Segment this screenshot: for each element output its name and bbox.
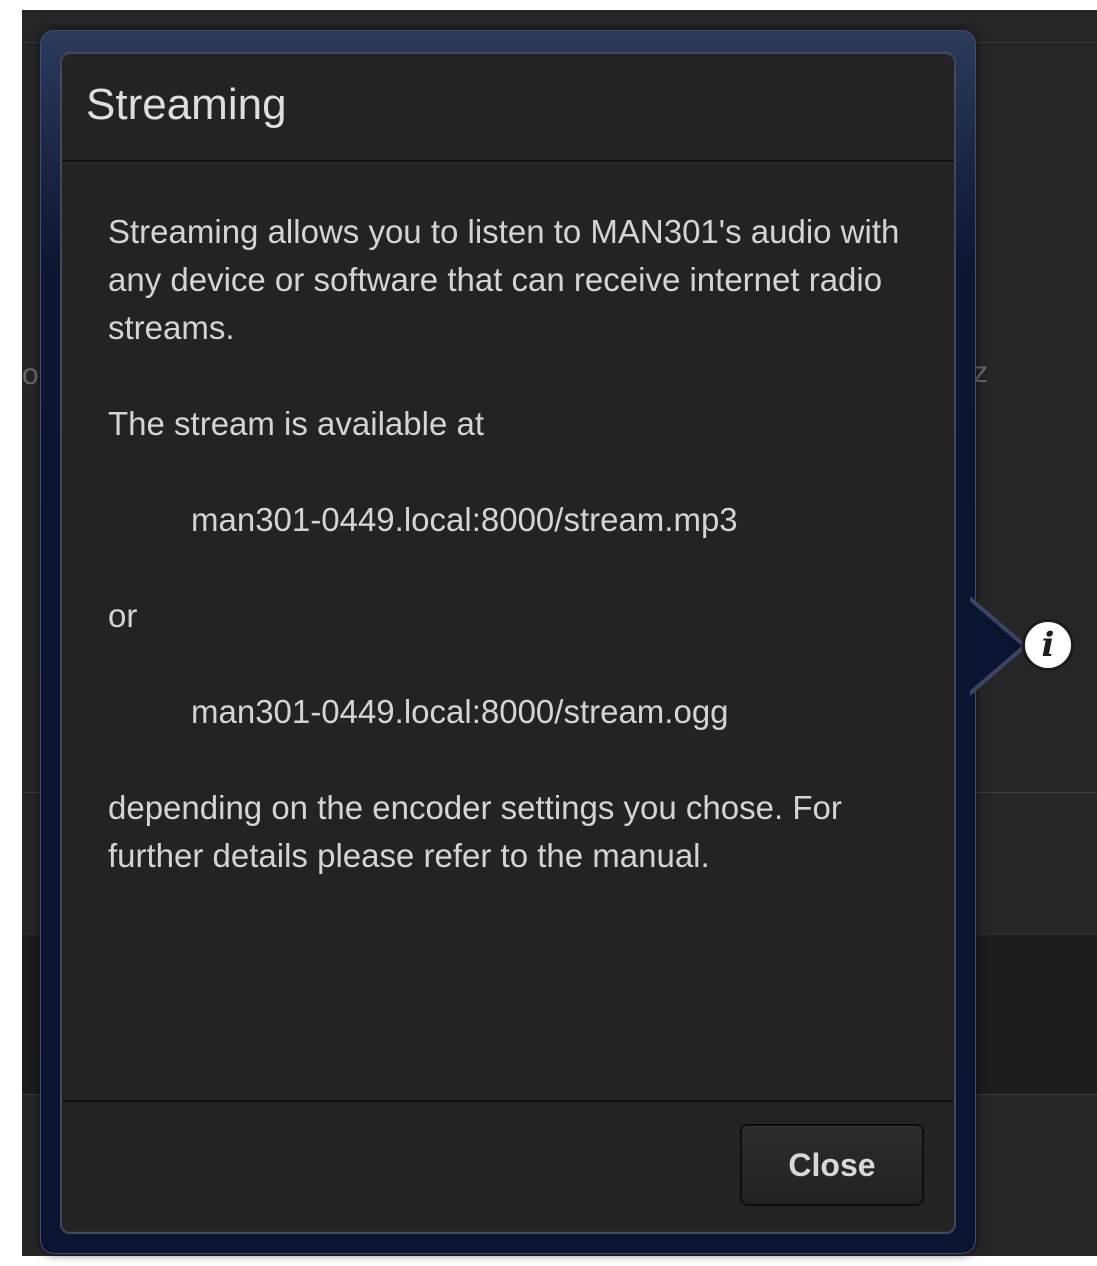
close-button[interactable]: Close bbox=[740, 1124, 924, 1206]
info-icon[interactable]: i bbox=[1022, 619, 1074, 671]
info-icon-glyph: i bbox=[1041, 625, 1055, 665]
details-text: depending on the encoder settings you ch… bbox=[108, 789, 842, 874]
background-text-fragment: o bbox=[22, 358, 39, 391]
dialog-header: Streaming bbox=[62, 54, 954, 162]
description-text: Streaming allows you to listen to MAN301… bbox=[108, 213, 900, 346]
stream-url-mp3: man301-0449.local:8000/stream.mp3 bbox=[191, 501, 738, 538]
dialog-title: Streaming bbox=[86, 80, 287, 129]
dialog-body: Streaming allows you to listen to MAN301… bbox=[62, 162, 954, 1102]
stream-url-ogg: man301-0449.local:8000/stream.ogg bbox=[191, 693, 729, 730]
popover-pointer bbox=[966, 598, 1022, 694]
or-text: or bbox=[108, 597, 138, 634]
dialog-footer: Close bbox=[62, 1100, 954, 1232]
availability-text: The stream is available at bbox=[108, 405, 485, 442]
streaming-dialog: Streaming Streaming allows you to listen… bbox=[60, 52, 956, 1234]
